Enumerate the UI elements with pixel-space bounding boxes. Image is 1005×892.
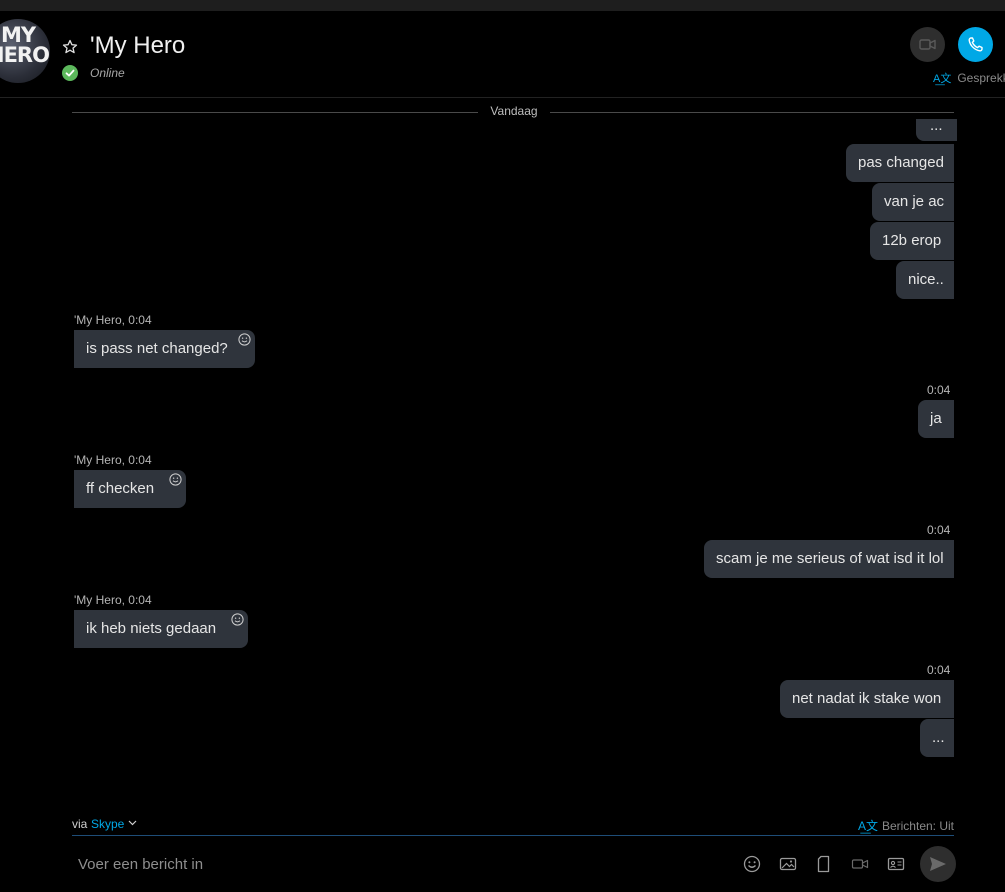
audio-call-button[interactable] [958,27,993,62]
outgoing-message[interactable]: net nadat ik stake won [780,680,954,718]
add-reaction-icon[interactable] [238,333,251,346]
send-icon [930,857,946,871]
message-text: scam je me serieus of wat isd it lol [716,550,944,567]
video-message-icon[interactable] [851,855,869,873]
divider-line-left [72,112,478,113]
contact-card-icon[interactable] [887,855,905,873]
avatar[interactable]: MY HERO [0,19,50,83]
outgoing-message[interactable]: ... [916,117,957,141]
add-reaction-icon[interactable] [231,613,244,626]
message-text: nice.. [908,271,944,288]
incoming-message[interactable]: ff checken [74,470,186,508]
message-text: ja [930,410,942,427]
conversation-header: MY HERO 'My Hero Online A͟文 Gesprekk [0,11,1005,98]
phone-icon [968,37,983,52]
message-time: 0:04 [927,523,951,537]
outgoing-message[interactable]: nice.. [896,261,954,299]
emoji-icon[interactable] [743,855,761,873]
incoming-message[interactable]: is pass net changed? [74,330,255,368]
day-divider: Vandaag [72,101,954,121]
video-call-button[interactable] [910,27,945,62]
incoming-message[interactable]: ik heb niets gedaan [74,610,248,648]
message-text: pas changed [858,154,944,171]
outgoing-message[interactable]: 12b erop [870,222,954,260]
message-text: van je ac [884,193,945,210]
video-camera-icon [919,39,936,50]
via-label: via [72,817,88,831]
message-time: 0:04 [927,383,951,397]
translate-label: Gesprekk [957,71,1005,85]
message-sender-time: 'My Hero, 0:04 [74,453,152,467]
translate-icon: A͟文 [933,73,952,85]
day-label: Vandaag [490,104,538,118]
file-icon[interactable] [815,855,833,873]
online-status-icon [62,65,78,81]
message-text: 12b erop [882,232,942,249]
divider-line-right [550,112,954,113]
message-text: ik heb niets gedaan [86,620,217,637]
message-text: net nadat ik stake won [792,690,942,707]
outgoing-message[interactable]: pas changed [846,144,954,182]
outgoing-message[interactable]: scam je me serieus of wat isd it lol [704,540,954,578]
outgoing-message[interactable]: ja [918,400,954,438]
image-icon[interactable] [779,855,797,873]
avatar-text: MY HERO [0,23,50,67]
translate-icon: A͟文 [857,819,878,833]
avatar-text-line1: MY [0,23,36,47]
status-text: Online [90,66,125,80]
message-time: 0:04 [927,663,951,677]
message-text: ... [930,117,943,134]
add-reaction-icon[interactable] [169,473,182,486]
chevron-down-icon[interactable] [128,820,137,826]
message-translator-toggle[interactable]: A͟文 Berichten: Uit [858,817,954,834]
message-text: is pass net changed? [86,340,228,357]
via-service-dropdown[interactable]: Skype [91,817,124,831]
message-text: ff checken [86,480,155,497]
translate-status: Berichten: Uit [881,819,954,833]
composer-toolbar: via Skype A͟文 Berichten: Uit [72,815,954,836]
outgoing-message[interactable]: ... [920,719,954,757]
contact-name[interactable]: 'My Hero [90,32,185,60]
send-button[interactable] [920,846,956,882]
message-input[interactable] [72,848,678,880]
window-top-strip [0,0,1005,11]
message-sender-time: 'My Hero, 0:04 [74,593,152,607]
avatar-text-line2: HERO [0,43,50,67]
outgoing-message[interactable]: van je ac [872,183,954,221]
message-sender-time: 'My Hero, 0:04 [74,313,152,327]
message-text: ... [932,729,945,746]
favorite-star-icon[interactable] [62,39,78,55]
conversation-translator[interactable]: A͟文 Gesprekk [933,70,1005,86]
